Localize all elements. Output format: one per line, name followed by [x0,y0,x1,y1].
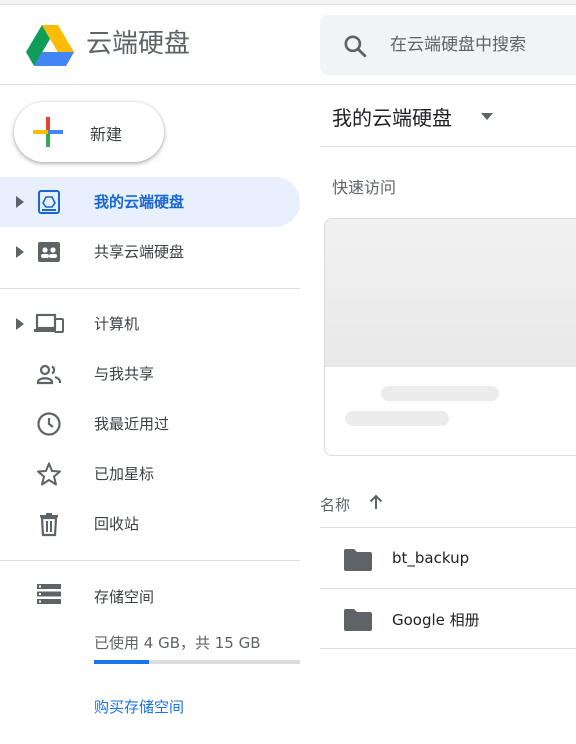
sidebar-item-label: 计算机 [94,315,140,333]
loading-placeholder-line [345,411,449,426]
search-bar[interactable] [320,15,576,75]
google-drive-logo[interactable] [26,25,74,67]
storage-usage-text: 已使用 4 GB，共 15 GB [94,634,261,652]
file-name: bt_backup [392,549,470,567]
sidebar-item-label: 回收站 [94,515,140,533]
sidebar-item-my-drive[interactable]: 我的云端硬盘 [0,177,300,227]
sidebar-item-starred[interactable]: 已加星标 [0,449,300,499]
computers-icon [34,313,64,333]
quick-access-heading: 快速访问 [332,178,397,197]
new-button-label: 新建 [90,125,123,144]
app-title: 云端硬盘 [86,29,191,59]
column-header-name[interactable]: 名称 [320,494,350,515]
storage-icon [37,584,61,604]
storage-progress-bar [94,660,300,664]
sidebar-item-label: 与我共享 [94,365,155,383]
sidebar-item-label: 我的云端硬盘 [94,193,185,211]
quick-access-card[interactable] [324,218,576,456]
my-drive-icon [38,190,60,214]
search-icon[interactable] [342,33,368,59]
sidebar-item-computers[interactable]: 计算机 [0,299,300,349]
sidebar-item-recent[interactable]: 我最近用过 [0,399,300,449]
file-list-header: 名称 [320,476,576,528]
file-row[interactable]: Google 相册 [320,589,576,649]
storage-progress-fill [94,660,149,664]
sidebar-item-label: 已加星标 [94,465,155,483]
quick-access-thumbnail [325,219,576,367]
folder-icon [344,609,372,631]
expand-caret-icon[interactable] [16,196,24,208]
star-icon [37,462,61,486]
main-divider [320,146,576,147]
recent-clock-icon [37,412,61,436]
expand-caret-icon[interactable] [16,246,24,258]
page-title[interactable]: 我的云端硬盘 [332,102,452,131]
sort-ascending-arrow-icon[interactable] [368,494,384,510]
expand-caret-icon[interactable] [16,318,24,330]
app-header: 云端硬盘 [0,5,576,85]
file-row[interactable]: bt_backup [320,529,576,589]
sidebar-divider [0,560,300,561]
sidebar-item-shared-drives[interactable]: 共享云端硬盘 [0,227,300,277]
storage-label[interactable]: 存储空间 [94,586,154,607]
plus-icon [33,117,63,147]
trash-icon [40,513,58,537]
sidebar-item-trash[interactable]: 回收站 [0,499,300,549]
shared-drives-icon [38,242,60,262]
new-button[interactable]: 新建 [14,102,164,162]
sidebar-item-label: 共享云端硬盘 [94,243,185,261]
sidebar-item-label: 我最近用过 [94,415,170,433]
buy-storage-link[interactable]: 购买存储空间 [94,696,184,717]
dropdown-caret-icon[interactable] [481,113,493,120]
sidebar-item-shared-with-me[interactable]: 与我共享 [0,349,300,399]
loading-placeholder-line [381,386,499,401]
search-input[interactable] [390,29,576,61]
sidebar-divider [0,288,300,289]
shared-with-me-icon [36,364,62,385]
file-name: Google 相册 [392,611,480,629]
folder-icon [344,549,372,571]
